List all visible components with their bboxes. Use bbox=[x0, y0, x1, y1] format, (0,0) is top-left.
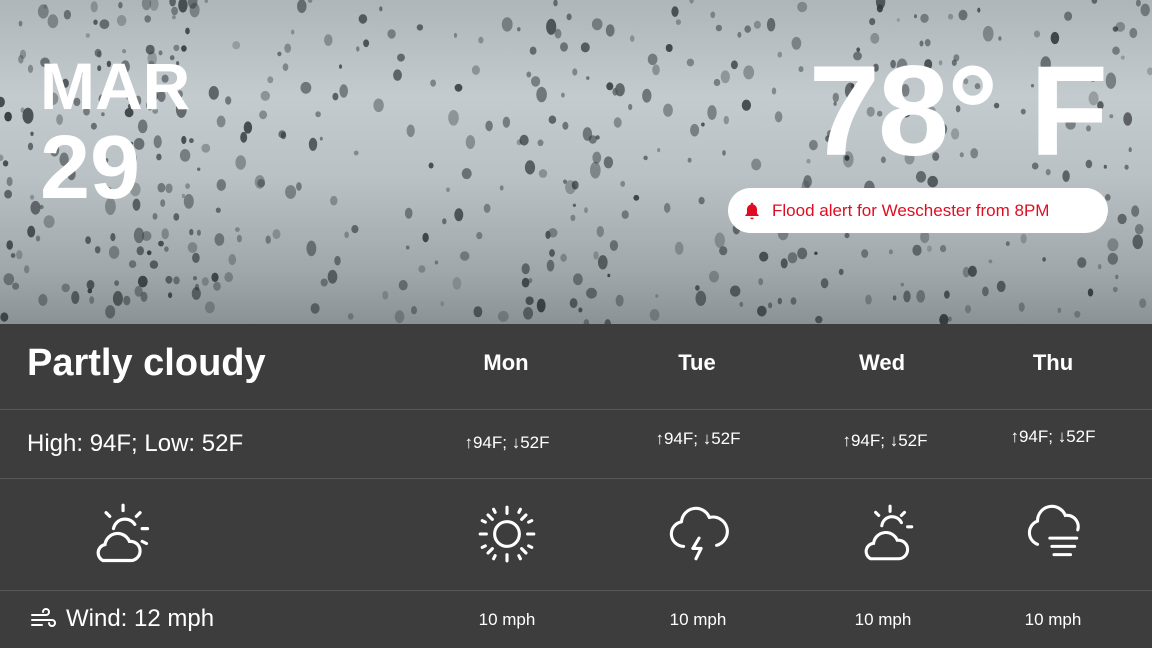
bell-icon bbox=[745, 202, 759, 219]
thunderstorm-icon bbox=[669, 506, 729, 561]
current-temperature: 78° F bbox=[808, 40, 1108, 183]
forecast-day-mon: Mon bbox=[483, 350, 529, 375]
forecast-wind-tue: 10 mph bbox=[669, 610, 727, 629]
date-month: MAR bbox=[40, 49, 191, 123]
condition-row: Partly cloudy Mon Tue Wed Thu bbox=[0, 324, 1152, 410]
forecast-panel: Partly cloudy Mon Tue Wed Thu High: 94F;… bbox=[0, 324, 1152, 648]
current-high-low: High: 94F; Low: 52F bbox=[27, 430, 244, 457]
alert-text: Flood alert for Weschester from 8PM bbox=[772, 200, 1050, 220]
date-day: 29 bbox=[40, 118, 141, 218]
forecast-high-low-mon: ↑94F; ↓52F bbox=[464, 433, 550, 452]
forecast-wind-wed: 10 mph bbox=[854, 610, 912, 629]
current-condition: Partly cloudy bbox=[27, 342, 266, 384]
wind-row: Wind: 12 mph 10 mph 10 mph 10 mph 10 mph bbox=[0, 591, 1152, 648]
forecast-day-wed: Wed bbox=[858, 350, 906, 375]
partly-cloudy-icon bbox=[864, 504, 914, 561]
partly-cloudy-icon bbox=[96, 503, 150, 563]
high-low-row: High: 94F; Low: 52F ↑94F; ↓52F ↑94F; ↓52… bbox=[0, 410, 1152, 479]
forecast-high-low-thu: ↑94F; ↓52F bbox=[1010, 427, 1096, 446]
wind-icon bbox=[31, 608, 56, 627]
current-wind-text: Wind: 12 mph bbox=[66, 605, 215, 632]
sun-icon bbox=[478, 505, 536, 563]
icon-row bbox=[0, 479, 1152, 591]
forecast-wind-thu: 10 mph bbox=[1024, 610, 1082, 629]
forecast-high-low-wed: ↑94F; ↓52F bbox=[842, 431, 928, 450]
forecast-day-tue: Tue bbox=[678, 350, 716, 375]
forecast-high-low-tue: ↑94F; ↓52F bbox=[655, 429, 741, 448]
current-wind: Wind: 12 mph bbox=[30, 605, 214, 633]
forecast-day-thu: Thu bbox=[1032, 350, 1074, 375]
forecast-wind-mon: 10 mph bbox=[478, 610, 536, 629]
fog-icon bbox=[1027, 504, 1080, 557]
hero-banner: MAR 29 78° F Flood alert for Weschester … bbox=[0, 0, 1152, 324]
flood-alert-badge[interactable]: Flood alert for Weschester from 8PM bbox=[728, 188, 1108, 233]
